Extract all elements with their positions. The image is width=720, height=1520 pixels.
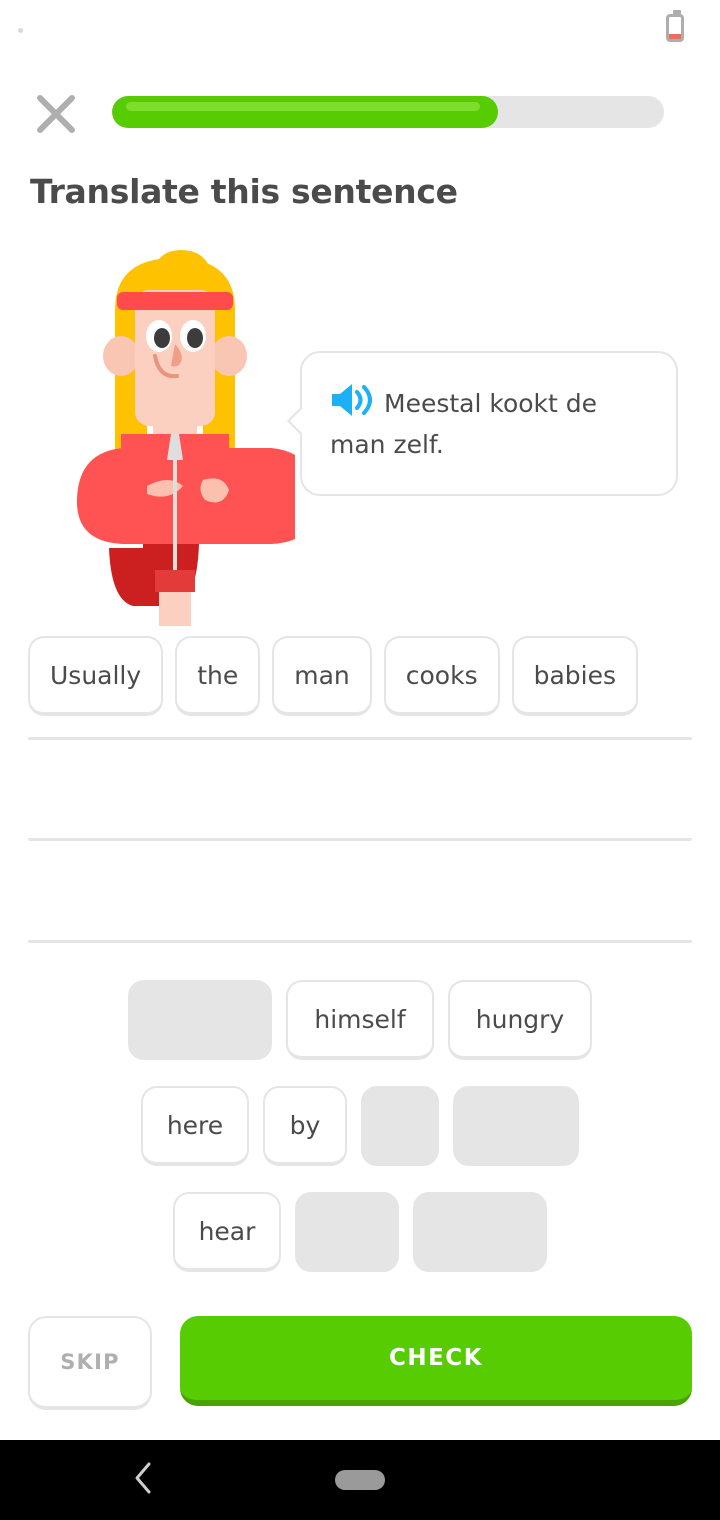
answer-line-3	[28, 940, 692, 943]
lesson-footer: SKIP CHECK	[0, 1316, 720, 1412]
word-bank-tile[interactable]: himself	[286, 980, 434, 1060]
notification-dot	[18, 28, 23, 33]
back-chevron-icon	[135, 1462, 151, 1494]
prompt-area: Meestal kookt de man zelf.	[0, 248, 720, 626]
battery-low-icon	[666, 10, 684, 42]
chosen-word-tile[interactable]: cooks	[383, 636, 500, 716]
word-bank-row: himself hungry	[0, 980, 720, 1060]
chosen-word-tile[interactable]: Usually	[28, 636, 164, 716]
check-button[interactable]: CHECK	[180, 1316, 692, 1406]
speech-bubble[interactable]: Meestal kookt de man zelf.	[286, 351, 678, 496]
word-bank-used-slot	[453, 1086, 579, 1166]
close-button[interactable]	[32, 90, 80, 138]
chosen-word-tile[interactable]: man	[272, 636, 372, 716]
word-bank-used-slot	[128, 980, 272, 1060]
skip-button[interactable]: SKIP	[28, 1316, 152, 1410]
page-title: Translate this sentence	[30, 172, 458, 211]
status-bar	[0, 0, 720, 62]
word-bank-tile[interactable]: here	[141, 1086, 249, 1166]
close-icon	[37, 95, 75, 133]
lesson-progress-fill	[112, 96, 499, 128]
duolingo-character-illustration	[76, 250, 295, 626]
battery-fill	[669, 34, 681, 39]
word-bank[interactable]: himself hungry here by hear	[0, 980, 720, 1298]
speaker-icon[interactable]	[330, 383, 372, 427]
word-bank-used-slot	[295, 1192, 399, 1272]
home-pill-icon[interactable]	[335, 1470, 385, 1490]
word-bank-row: hear	[0, 1192, 720, 1272]
chosen-word-tile[interactable]: babies	[511, 636, 639, 716]
answer-line-2	[28, 838, 692, 841]
lesson-progress-bar	[112, 96, 664, 128]
back-button[interactable]	[132, 1461, 154, 1499]
word-bank-tile[interactable]: by	[263, 1086, 347, 1166]
bubble-content: Meestal kookt de man zelf.	[330, 383, 650, 464]
answer-line-1	[28, 737, 692, 740]
chosen-words-row[interactable]: Usually the man cooks babies	[28, 636, 639, 716]
word-bank-tile[interactable]: hungry	[448, 980, 592, 1060]
word-bank-used-slot	[413, 1192, 547, 1272]
chosen-word-tile[interactable]: the	[175, 636, 261, 716]
word-bank-used-slot	[361, 1086, 439, 1166]
android-nav-bar	[0, 1440, 720, 1520]
lesson-header	[0, 82, 720, 146]
progress-highlight	[126, 102, 481, 111]
word-bank-row: here by	[0, 1086, 720, 1166]
word-bank-tile[interactable]: hear	[173, 1192, 281, 1272]
